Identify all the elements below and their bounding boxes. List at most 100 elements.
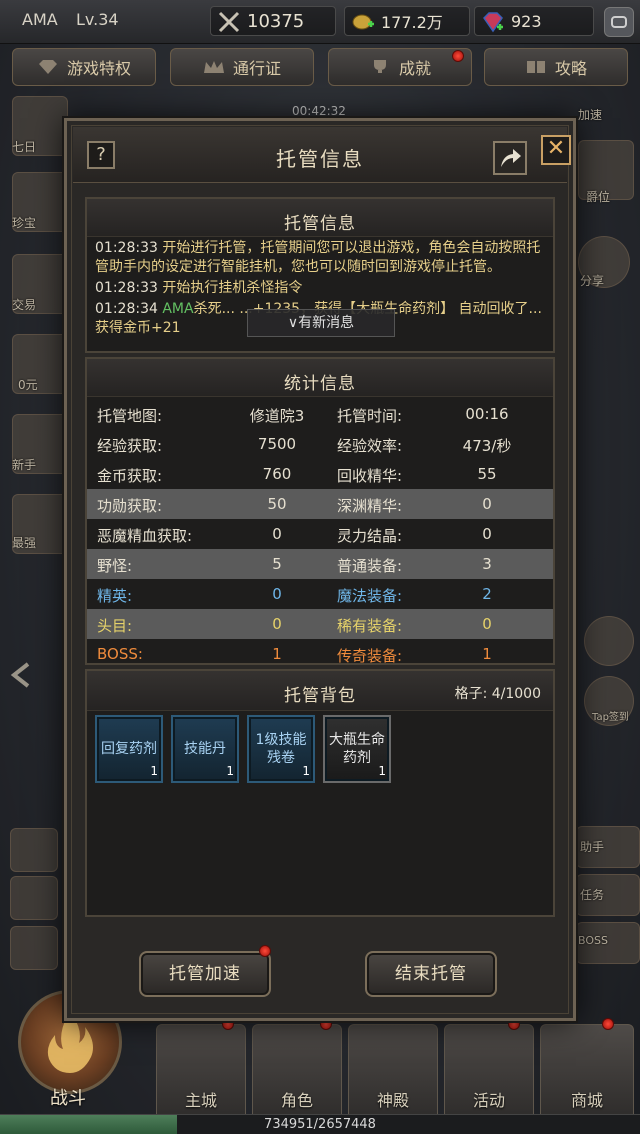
player-level: Lv.34 — [76, 10, 119, 29]
item-name: 1级技能残卷 — [255, 732, 307, 766]
log-time: 01:28:33 — [95, 280, 158, 296]
item-count: 1 — [302, 764, 310, 778]
tab-label: 通行证 — [232, 59, 281, 78]
tab-achievements[interactable]: 成就 — [328, 48, 472, 86]
side-label: BOSS — [578, 934, 608, 947]
stat-label: 灵力结晶: — [337, 527, 403, 545]
log-text: 开始进行托管，托管期间您可以退出游戏，角色会自动按照托管助手内的设定进行智能挂机… — [95, 240, 541, 275]
stat-label: 传奇装备: — [337, 647, 403, 665]
share-button[interactable] — [493, 141, 527, 175]
tab-guide[interactable]: 攻略 — [484, 48, 628, 86]
expand-left-arrow-icon[interactable] — [8, 660, 36, 690]
diamond-icon — [38, 60, 57, 74]
bag-item-slot[interactable]: 技能丹 1 — [171, 715, 239, 783]
notification-dot — [452, 50, 464, 62]
new-message-button[interactable]: ∨有新消息 — [247, 309, 395, 337]
side-label: 新手 — [12, 458, 37, 472]
gem-plus-icon — [483, 12, 503, 33]
stat-label: 野怪: — [97, 557, 133, 575]
stat-value: 5 — [272, 555, 282, 573]
location-icon[interactable] — [10, 876, 58, 920]
side-label: 爵位 — [586, 190, 611, 204]
experience-text: 734951/2657448 — [264, 1117, 376, 1132]
item-name: 大瓶生命药剂 — [329, 732, 385, 766]
stat-value: 0 — [482, 525, 492, 543]
log-entry: 01:28:33 开始执行挂机杀怪指令 — [95, 279, 549, 298]
stat-value: 473/秒 — [462, 437, 512, 455]
stats-panel: 统计信息 托管地图: 修道院3 托管时间: 00:16 经验获取: 7500 经验效率: 47… — [85, 357, 555, 665]
info-icon[interactable] — [10, 828, 58, 872]
bag-item-slot[interactable]: 回复药剂 1 — [95, 715, 163, 783]
stat-value: 760 — [262, 465, 292, 483]
side-label: 七日 — [12, 140, 37, 154]
tab-label: 成就 — [398, 59, 431, 78]
stat-label: 回收精华: — [337, 467, 403, 485]
player-name: AMA — [22, 10, 58, 29]
side-label: 加速 — [578, 108, 603, 122]
bottom-character[interactable]: 角色 — [252, 1024, 342, 1120]
log-panel-header: 托管信息 — [87, 199, 553, 237]
stat-value: 7500 — [257, 435, 297, 453]
stat-value: 55 — [477, 465, 497, 483]
tab-battle-pass[interactable]: 通行证 — [170, 48, 314, 86]
bottom-label: 角色 — [280, 1091, 313, 1110]
stat-label: 经验获取: — [97, 437, 163, 455]
bottom-activity[interactable]: 活动 — [444, 1024, 534, 1120]
gear-icon[interactable] — [10, 926, 58, 970]
stat-value: 0 — [482, 495, 492, 513]
stats-row: 托管地图: 修道院3 托管时间: 00:16 — [87, 399, 553, 429]
log-time: 01:28:34 — [95, 301, 158, 317]
gem-display[interactable]: 923 — [474, 6, 594, 36]
side-label: 珍宝 — [12, 216, 37, 230]
tab-game-privileges[interactable]: 游戏特权 — [12, 48, 156, 86]
item-count: 1 — [150, 764, 158, 778]
stats-row: 恶魔精血获取: 0 灵力结晶: 0 — [87, 519, 553, 549]
top-status-bar: AMA Lv.34 10375 177.2万 923 — [0, 0, 640, 44]
stat-value: 0 — [482, 615, 492, 633]
side-label: 0元 — [18, 378, 38, 392]
log-panel: 托管信息 01:28:33 开始进行托管，托管期间您可以退出游戏，角色会自动按照… — [85, 197, 555, 353]
log-panel-title: 托管信息 — [284, 214, 356, 234]
bag-panel: 托管背包 格子: 4/1000 回复药剂 1 技能丹 1 1级技能残卷 1 大瓶… — [85, 669, 555, 917]
side-label: Tap签到 — [592, 712, 629, 723]
accelerate-button[interactable]: 托管加速 — [139, 951, 271, 997]
gold-value: 177.2万 — [381, 13, 443, 32]
stat-label: 功勋获取: — [97, 497, 163, 515]
gem-value: 923 — [511, 11, 542, 31]
stats-row: 头目: 0 稀有装备: 0 — [87, 609, 553, 639]
stats-row: BOSS: 1 传奇装备: 1 — [87, 639, 553, 669]
stat-label: 金币获取: — [97, 467, 163, 485]
side-label: 任务 — [580, 888, 605, 902]
settings-menu-icon[interactable] — [604, 7, 634, 37]
item-name: 回复药剂 — [101, 741, 157, 757]
gold-display[interactable]: 177.2万 — [344, 6, 470, 36]
end-auto-play-button[interactable]: 结束托管 — [365, 951, 497, 997]
stat-label: 普通装备: — [337, 557, 403, 575]
side-label: 交易 — [12, 298, 37, 312]
side-chat[interactable] — [584, 616, 634, 666]
power-value: 10375 — [247, 10, 305, 32]
stat-value: 1 — [272, 645, 282, 663]
notification-dot — [259, 945, 271, 957]
bag-panel-header: 托管背包 格子: 4/1000 — [87, 671, 553, 711]
bag-item-slot[interactable]: 大瓶生命药剂 1 — [323, 715, 391, 783]
bottom-label: 商城 — [570, 1091, 603, 1110]
stats-panel-title: 统计信息 — [284, 374, 356, 394]
bottom-main-city[interactable]: 主城 — [156, 1024, 246, 1120]
stat-label: 恶魔精血获取: — [97, 527, 193, 545]
stat-value: 00:16 — [465, 405, 509, 423]
stat-label: 稀有装备: — [337, 617, 403, 635]
stat-value: 0 — [272, 615, 282, 633]
stat-label: 头目: — [97, 617, 133, 635]
bag-capacity: 格子: 4/1000 — [454, 686, 541, 702]
bag-item-slot[interactable]: 1级技能残卷 1 — [247, 715, 315, 783]
dialog-header: ? 托管信息 ✕ — [73, 127, 571, 183]
item-name: 技能丹 — [184, 741, 226, 757]
tab-label: 游戏特权 — [66, 59, 131, 78]
stat-value: 3 — [482, 555, 492, 573]
share-arrow-icon — [501, 149, 521, 167]
bottom-label: 主城 — [184, 1091, 217, 1110]
bottom-temple[interactable]: 神殿 — [348, 1024, 438, 1120]
bottom-shop[interactable]: 商城 — [540, 1024, 634, 1120]
close-button[interactable]: ✕ — [541, 135, 571, 165]
